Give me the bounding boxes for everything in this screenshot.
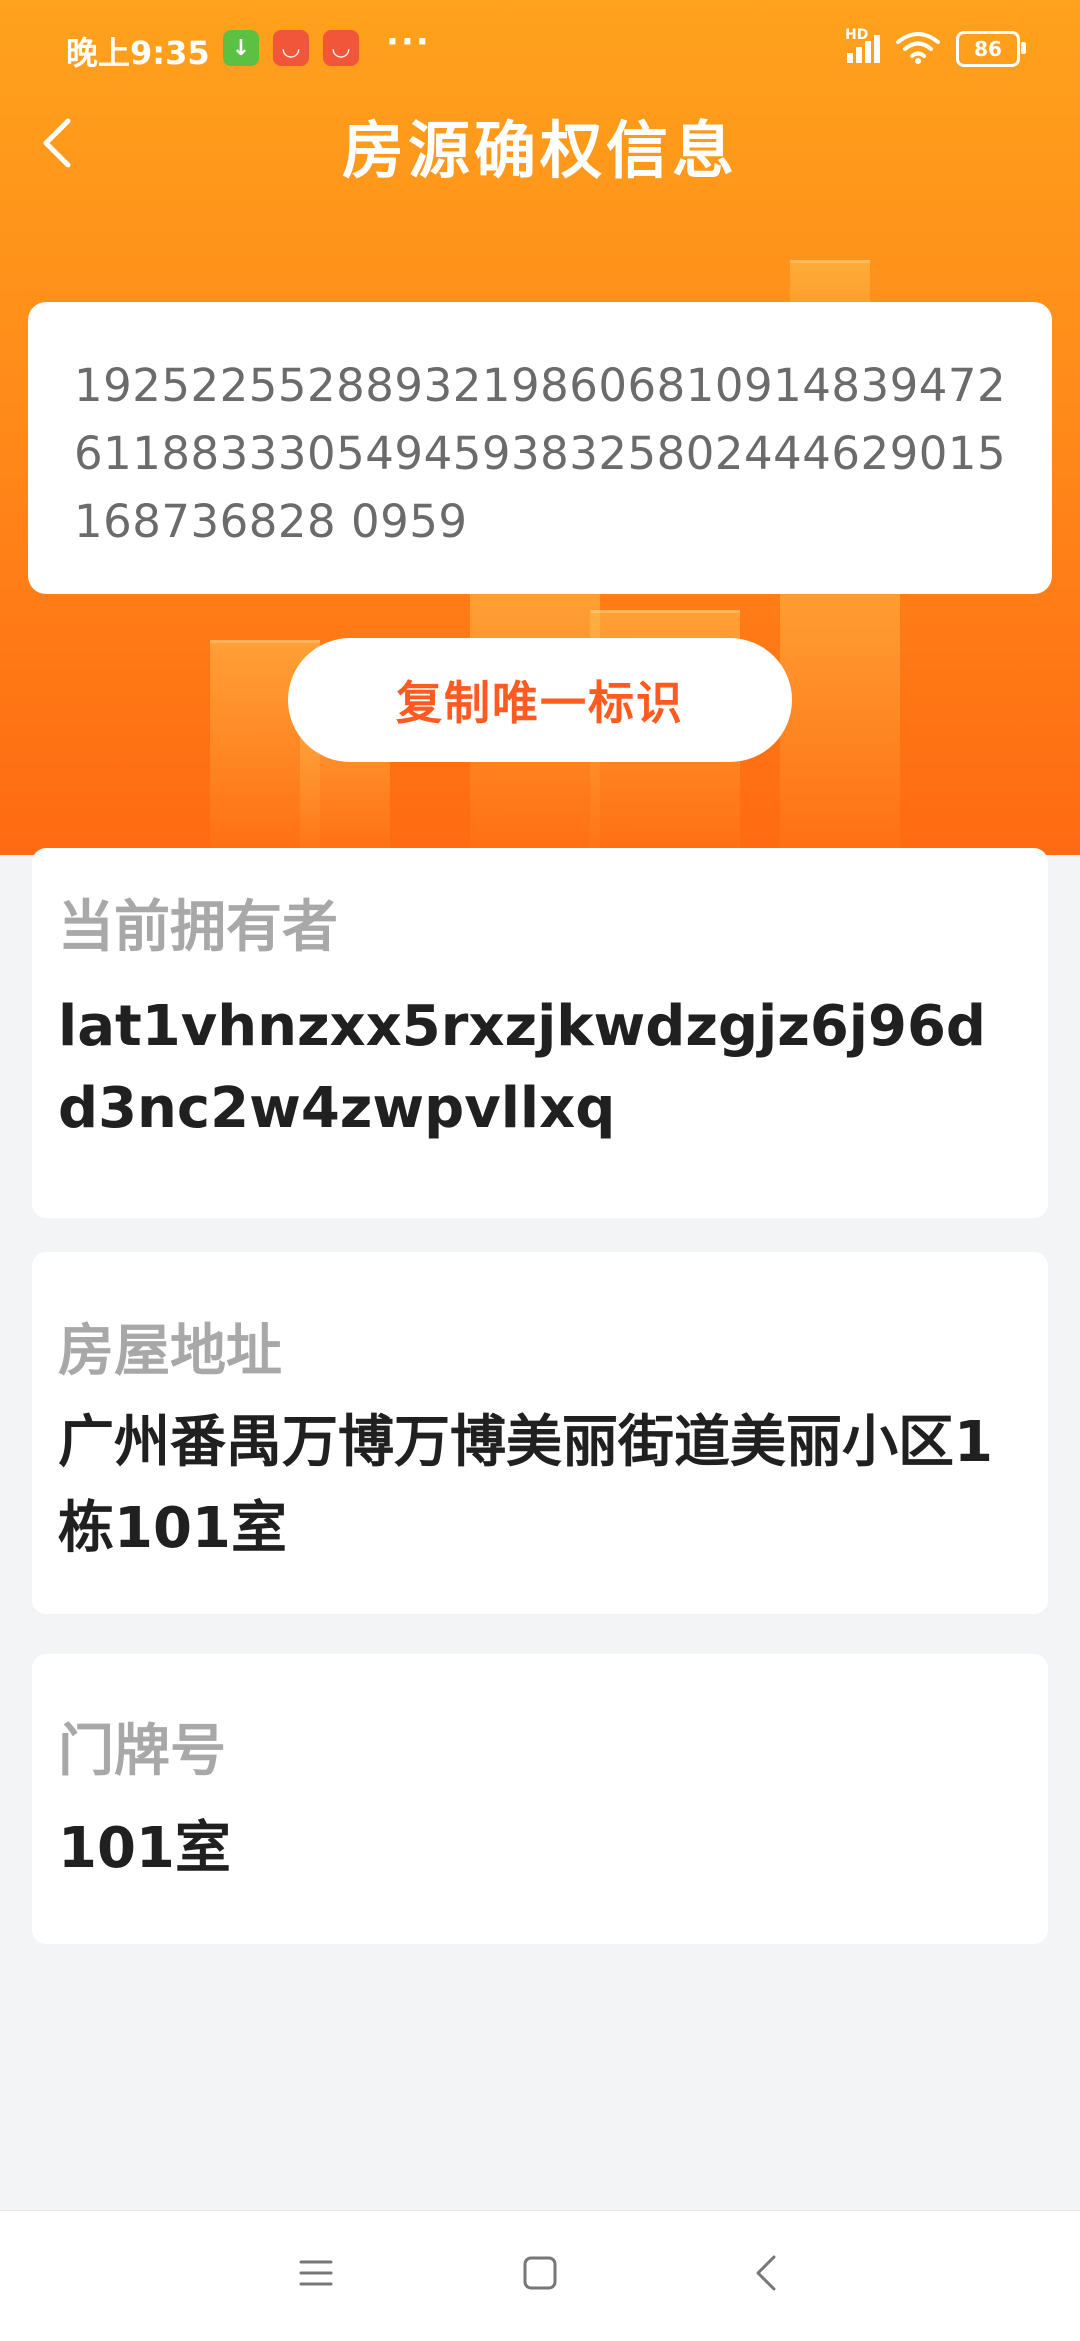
status-time: 晚上9:35 <box>66 34 210 72</box>
address-card: 房屋地址 广州番禺万博万博美丽街道美丽小区1栋101室 <box>32 1252 1048 1614</box>
door-number-label: 门牌号 <box>58 1719 226 1784</box>
wifi-icon <box>896 30 940 68</box>
nav-back-button[interactable] <box>726 2235 806 2315</box>
more-notifications-icon: ··· <box>386 22 431 62</box>
page-title: 房源确权信息 <box>341 114 738 187</box>
chevron-left-icon <box>754 2253 778 2297</box>
address-label: 房屋地址 <box>58 1319 282 1384</box>
status-icons: HD 86 <box>845 27 1026 68</box>
signal-label: HD <box>845 27 869 43</box>
owner-label: 当前拥有者 <box>58 895 338 960</box>
nav-menu-button[interactable] <box>276 2235 356 2315</box>
unique-id-card: 1925225528893219860681091483947261188333… <box>28 302 1052 594</box>
app-notification-icon: ◡ <box>273 30 309 66</box>
square-icon <box>522 2255 558 2295</box>
battery-level: 86 <box>974 37 1002 61</box>
owner-card: 当前拥有者 lat1vhnzxx5rxzjkwdzgjz6j96dd3nc2w4… <box>32 848 1048 1218</box>
battery-icon: 86 <box>956 31 1026 67</box>
cellular-signal-icon: HD <box>845 27 880 63</box>
status-bar: 晚上9:35 ↓ ◡ ◡ ··· HD 86 <box>0 0 1080 100</box>
address-value: 广州番禺万博万博美丽街道美丽小区1栋101室 <box>58 1410 993 1561</box>
door-number-card: 门牌号 101室 <box>32 1654 1048 1944</box>
nav-home-button[interactable] <box>500 2235 580 2315</box>
copy-unique-id-button[interactable]: 复制唯一标识 <box>288 638 792 762</box>
header-banner: 晚上9:35 ↓ ◡ ◡ ··· HD 86 房源确权信息 1925225528… <box>0 0 1080 855</box>
download-notification-icon: ↓ <box>223 30 259 66</box>
app-notification-icon: ◡ <box>323 30 359 66</box>
unique-id-value: 1925225528893219860681091483947261188333… <box>74 359 1007 548</box>
building-illustration <box>780 560 900 855</box>
menu-icon <box>298 2258 334 2292</box>
owner-value: lat1vhnzxx5rxzjkwdzgjz6j96dd3nc2w4zwpvll… <box>58 994 986 1141</box>
door-number-value: 101室 <box>58 1816 231 1881</box>
system-navigation-bar <box>0 2210 1080 2341</box>
